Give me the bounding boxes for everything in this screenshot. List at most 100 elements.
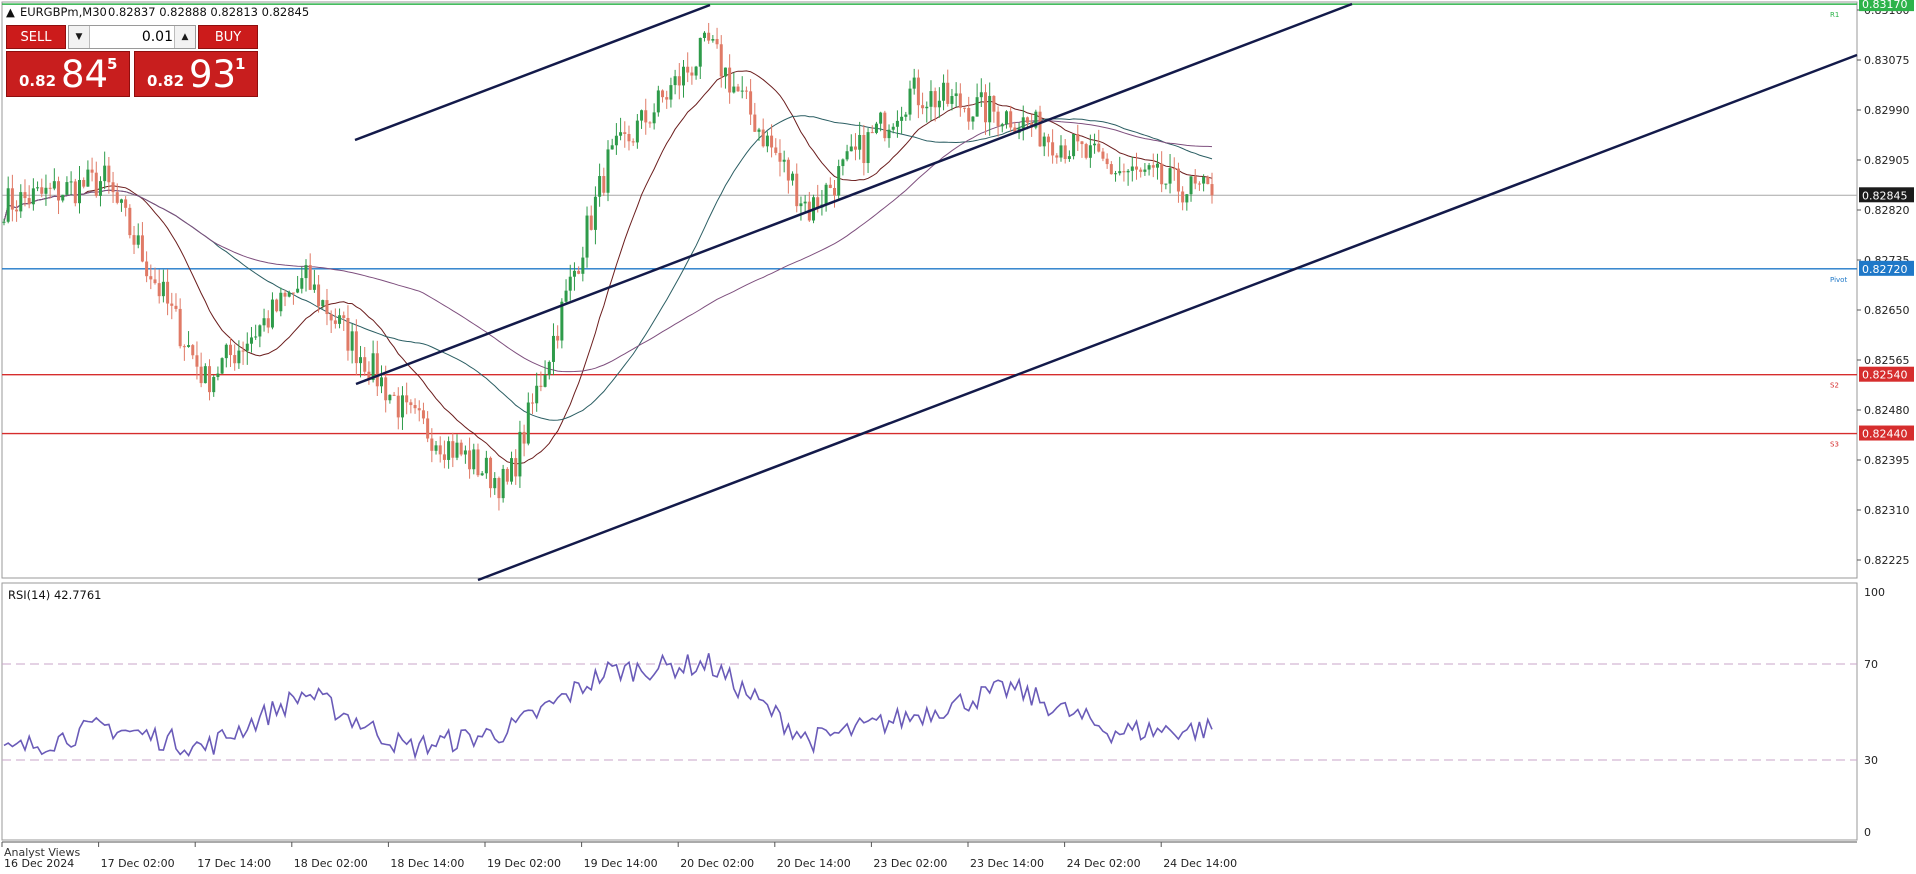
channel-middle-line[interactable] [355,2,1353,386]
candle-body [254,336,258,338]
analyst-views-tab[interactable]: Analyst Views [4,846,80,859]
rsi-label: RSI(14) 42.7761 [8,588,102,602]
candle-body [354,331,358,364]
level-name-pivot: Pivot [1830,276,1847,284]
candle-body [996,111,1000,127]
candle-body [1176,168,1180,192]
channel-upper-line[interactable] [354,3,711,142]
candle-body [31,188,35,205]
candle-body [1042,136,1046,147]
candle-body [1080,141,1084,145]
candle-body [333,320,337,324]
candle-body [1143,169,1147,172]
candle-body [656,90,660,113]
lot-size-input[interactable] [91,27,177,47]
candle-body [1135,166,1138,170]
trading-chart[interactable]: 0.831600.830750.829900.829050.828200.827… [0,0,1916,874]
price-tick-label: 0.82395 [1864,454,1910,467]
candle-body [560,301,564,341]
candle-body [916,77,920,106]
symbol-arrow-icon[interactable]: ▲ [6,5,15,19]
candle-body [1088,145,1092,158]
candle-body [862,134,866,164]
candle-body [375,353,379,387]
candle-body [451,441,455,458]
candle-body [438,445,442,455]
buy-price-big: 93 [189,53,237,96]
candle-body [363,357,367,372]
candle-body [283,292,287,297]
candle-body [1118,171,1122,174]
candle-body [992,95,996,112]
candle-body [564,290,568,302]
candle-body [1122,171,1126,173]
time-tick-label: 17 Dec 14:00 [197,857,271,870]
candle-body [1181,191,1185,203]
candle-body [849,146,853,152]
candle-body [136,235,140,245]
sell-button[interactable]: SELL [6,25,66,49]
candle-body [484,457,488,474]
candle-body [879,112,883,124]
candle-body [686,66,690,73]
price-tick-label: 0.83075 [1864,54,1910,67]
price-tick-label: 0.82905 [1864,154,1910,167]
candle-body [208,366,212,393]
candle-body [224,344,228,359]
candle-body [908,88,912,115]
candle-body [15,209,19,212]
candle-body [384,377,388,401]
candle-body [858,134,862,150]
candle-body [694,66,698,76]
candle-body [682,66,685,86]
candle-body [610,145,614,150]
pivot-levels[interactable]: 0.83170 R1 0.82720 Pivot 0.82540 S2 0.82440 S3 0… [2,0,1914,449]
candle-body [526,402,530,444]
candle-body [300,278,304,289]
lot-decrease-icon[interactable]: ▼ [69,26,90,48]
candle-body [585,215,589,258]
candle-body [874,123,878,133]
chart-ohlc: 0.82837 0.82888 0.82813 0.82845 [108,5,309,19]
candle-body [954,93,958,97]
candle-body [1025,117,1029,123]
candle-body [296,288,300,293]
candle-body [199,366,203,384]
candle-body [90,169,94,173]
candle-body [661,90,665,98]
channel-lower-line[interactable] [477,53,1858,582]
rsi-line [3,653,1213,760]
candle-body [606,149,610,193]
candle-body [1038,111,1042,147]
candle-body [757,129,761,132]
candle-body [589,215,593,230]
candle-body [468,450,472,470]
buy-price-box[interactable]: 0.82 93 1 [134,51,258,97]
time-tick-label: 23 Dec 02:00 [873,857,947,870]
lot-size-stepper[interactable]: ▼ ▲ [68,25,196,49]
candle-body [1063,145,1067,159]
candle-body [350,331,354,351]
rsi-tick-label: 0 [1864,826,1871,839]
candle-body [593,196,597,230]
candle-body [1067,156,1071,159]
candle-body [1084,144,1088,158]
candle-body [837,166,841,196]
candle-body [107,165,111,183]
candle-body [321,300,325,307]
buy-button[interactable]: BUY [198,25,258,49]
sell-price-box[interactable]: 0.82 84 5 [6,51,130,97]
candle-body [170,303,174,306]
price-tick-label: 0.82310 [1864,504,1910,517]
candle-body [44,187,48,194]
level-tag-s2: 0.82540 [1862,369,1908,382]
candle-body [937,100,941,108]
candle-body [933,91,937,108]
candle-body [455,442,459,458]
candle-body [539,385,543,387]
sell-price-prefix: 0.82 [19,72,57,90]
candle-body [82,179,86,187]
lot-increase-icon[interactable]: ▲ [174,26,195,48]
candle-body [673,76,677,86]
candle-body [57,181,61,201]
